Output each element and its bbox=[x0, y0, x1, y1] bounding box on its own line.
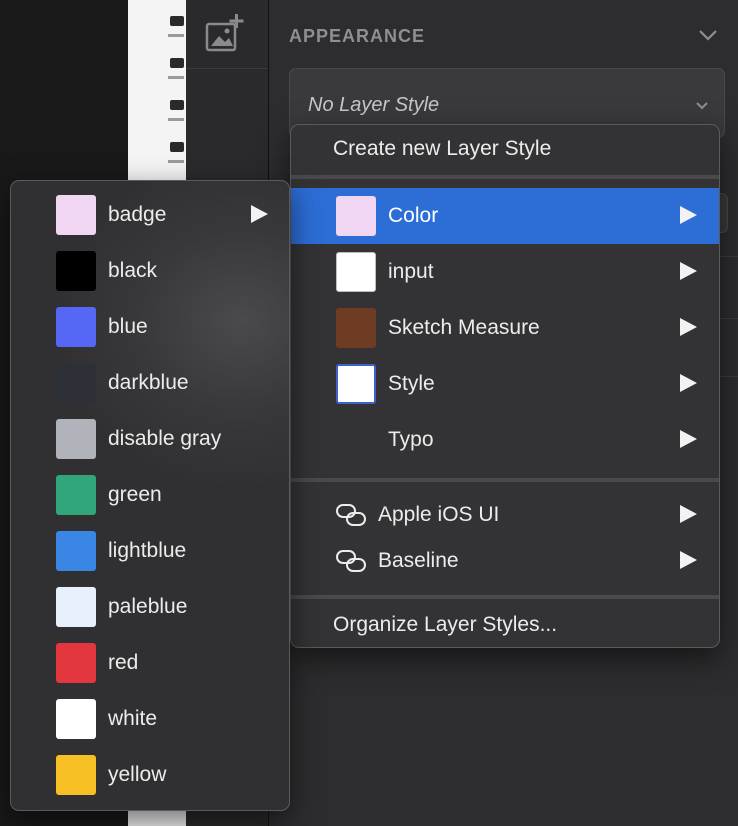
color-item-label: yellow bbox=[108, 763, 167, 786]
color-swatch bbox=[336, 364, 376, 404]
color-swatch bbox=[56, 419, 96, 459]
menu-item-label: Create new Layer Style bbox=[333, 137, 552, 160]
color-item-label: green bbox=[108, 483, 162, 506]
layer-style-menu: Create new Layer Style Color input Sketc… bbox=[290, 124, 720, 648]
color-swatch bbox=[56, 363, 96, 403]
color-swatch bbox=[56, 587, 96, 627]
color-item-paleblue[interactable]: paleblue bbox=[11, 579, 289, 635]
menu-item-style[interactable]: Style bbox=[291, 356, 719, 412]
color-item-darkblue[interactable]: darkblue bbox=[11, 355, 289, 411]
color-item-yellow[interactable]: yellow bbox=[11, 747, 289, 803]
menu-separator bbox=[291, 478, 719, 482]
rail-divider bbox=[186, 68, 268, 69]
layer-style-value: No Layer Style bbox=[308, 94, 440, 116]
menu-item-typo[interactable]: Typo bbox=[291, 412, 719, 468]
color-swatch bbox=[56, 475, 96, 515]
color-item-label: red bbox=[108, 651, 139, 674]
color-swatch bbox=[336, 196, 376, 236]
submenu-arrow-icon bbox=[680, 206, 697, 224]
menu-item-color[interactable]: Color bbox=[291, 188, 719, 244]
color-swatch bbox=[56, 531, 96, 571]
canvas-thumbnail-caption bbox=[168, 34, 184, 37]
color-item-red[interactable]: red bbox=[11, 635, 289, 691]
chevron-down-icon[interactable] bbox=[698, 28, 718, 42]
color-swatch bbox=[56, 755, 96, 795]
link-icon bbox=[336, 504, 366, 526]
color-item-label: paleblue bbox=[108, 595, 188, 618]
color-item-green[interactable]: green bbox=[11, 467, 289, 523]
color-item-label: badge bbox=[108, 203, 167, 226]
menu-item-input[interactable]: input bbox=[291, 244, 719, 300]
color-swatch bbox=[56, 643, 96, 683]
submenu-arrow-icon bbox=[680, 430, 697, 448]
submenu-arrow-icon bbox=[680, 551, 697, 569]
color-item-label: black bbox=[108, 259, 158, 282]
chevron-down-icon bbox=[696, 102, 708, 110]
library-item-baseline[interactable]: Baseline bbox=[291, 533, 719, 589]
menu-item-label: Baseline bbox=[378, 549, 459, 572]
color-swatch bbox=[336, 252, 376, 292]
color-item-label: lightblue bbox=[108, 539, 187, 562]
menu-item-label: Sketch Measure bbox=[388, 316, 540, 339]
menu-item-label: Typo bbox=[388, 428, 434, 451]
link-icon bbox=[336, 550, 366, 572]
submenu-arrow-icon bbox=[680, 505, 697, 523]
insert-image-icon[interactable] bbox=[205, 14, 245, 52]
submenu-arrow-icon bbox=[251, 205, 268, 223]
color-item-lightblue[interactable]: lightblue bbox=[11, 523, 289, 579]
canvas-thumbnail bbox=[170, 58, 184, 68]
color-swatch bbox=[56, 195, 96, 235]
canvas-thumbnail-caption bbox=[168, 76, 184, 79]
color-item-white[interactable]: white bbox=[11, 691, 289, 747]
color-item-disable-gray[interactable]: disable gray bbox=[11, 411, 289, 467]
appearance-section-title: APPEARANCE bbox=[289, 26, 426, 46]
menu-item-label: Color bbox=[388, 204, 439, 227]
color-submenu: badge black blue darkblue disable gray g… bbox=[10, 180, 290, 811]
color-swatch bbox=[56, 699, 96, 739]
color-item-label: darkblue bbox=[108, 371, 189, 394]
color-item-black[interactable]: black bbox=[11, 243, 289, 299]
canvas-thumbnail-caption bbox=[168, 118, 184, 121]
menu-separator bbox=[291, 175, 719, 179]
submenu-arrow-icon bbox=[680, 318, 697, 336]
canvas-thumbnail bbox=[170, 142, 184, 152]
menu-item-sketch-measure[interactable]: Sketch Measure bbox=[291, 300, 719, 356]
color-item-label: disable gray bbox=[108, 427, 222, 450]
menu-item-label: input bbox=[388, 260, 434, 283]
menu-item-label: Organize Layer Styles... bbox=[333, 613, 558, 636]
canvas-thumbnail bbox=[170, 100, 184, 110]
color-item-badge[interactable]: badge bbox=[11, 187, 289, 243]
color-item-label: white bbox=[108, 707, 158, 730]
color-swatch bbox=[336, 308, 376, 348]
submenu-arrow-icon bbox=[680, 374, 697, 392]
color-item-blue[interactable]: blue bbox=[11, 299, 289, 355]
menu-item-label: Style bbox=[388, 372, 435, 395]
color-item-label: blue bbox=[108, 315, 148, 338]
color-swatch bbox=[56, 307, 96, 347]
organize-layer-styles-item[interactable]: Organize Layer Styles... bbox=[291, 597, 719, 647]
color-swatch bbox=[56, 251, 96, 291]
canvas-thumbnail bbox=[170, 16, 184, 26]
canvas-thumbnail-caption bbox=[168, 160, 184, 163]
submenu-arrow-icon bbox=[680, 262, 697, 280]
create-layer-style-item[interactable]: Create new Layer Style bbox=[291, 125, 719, 177]
